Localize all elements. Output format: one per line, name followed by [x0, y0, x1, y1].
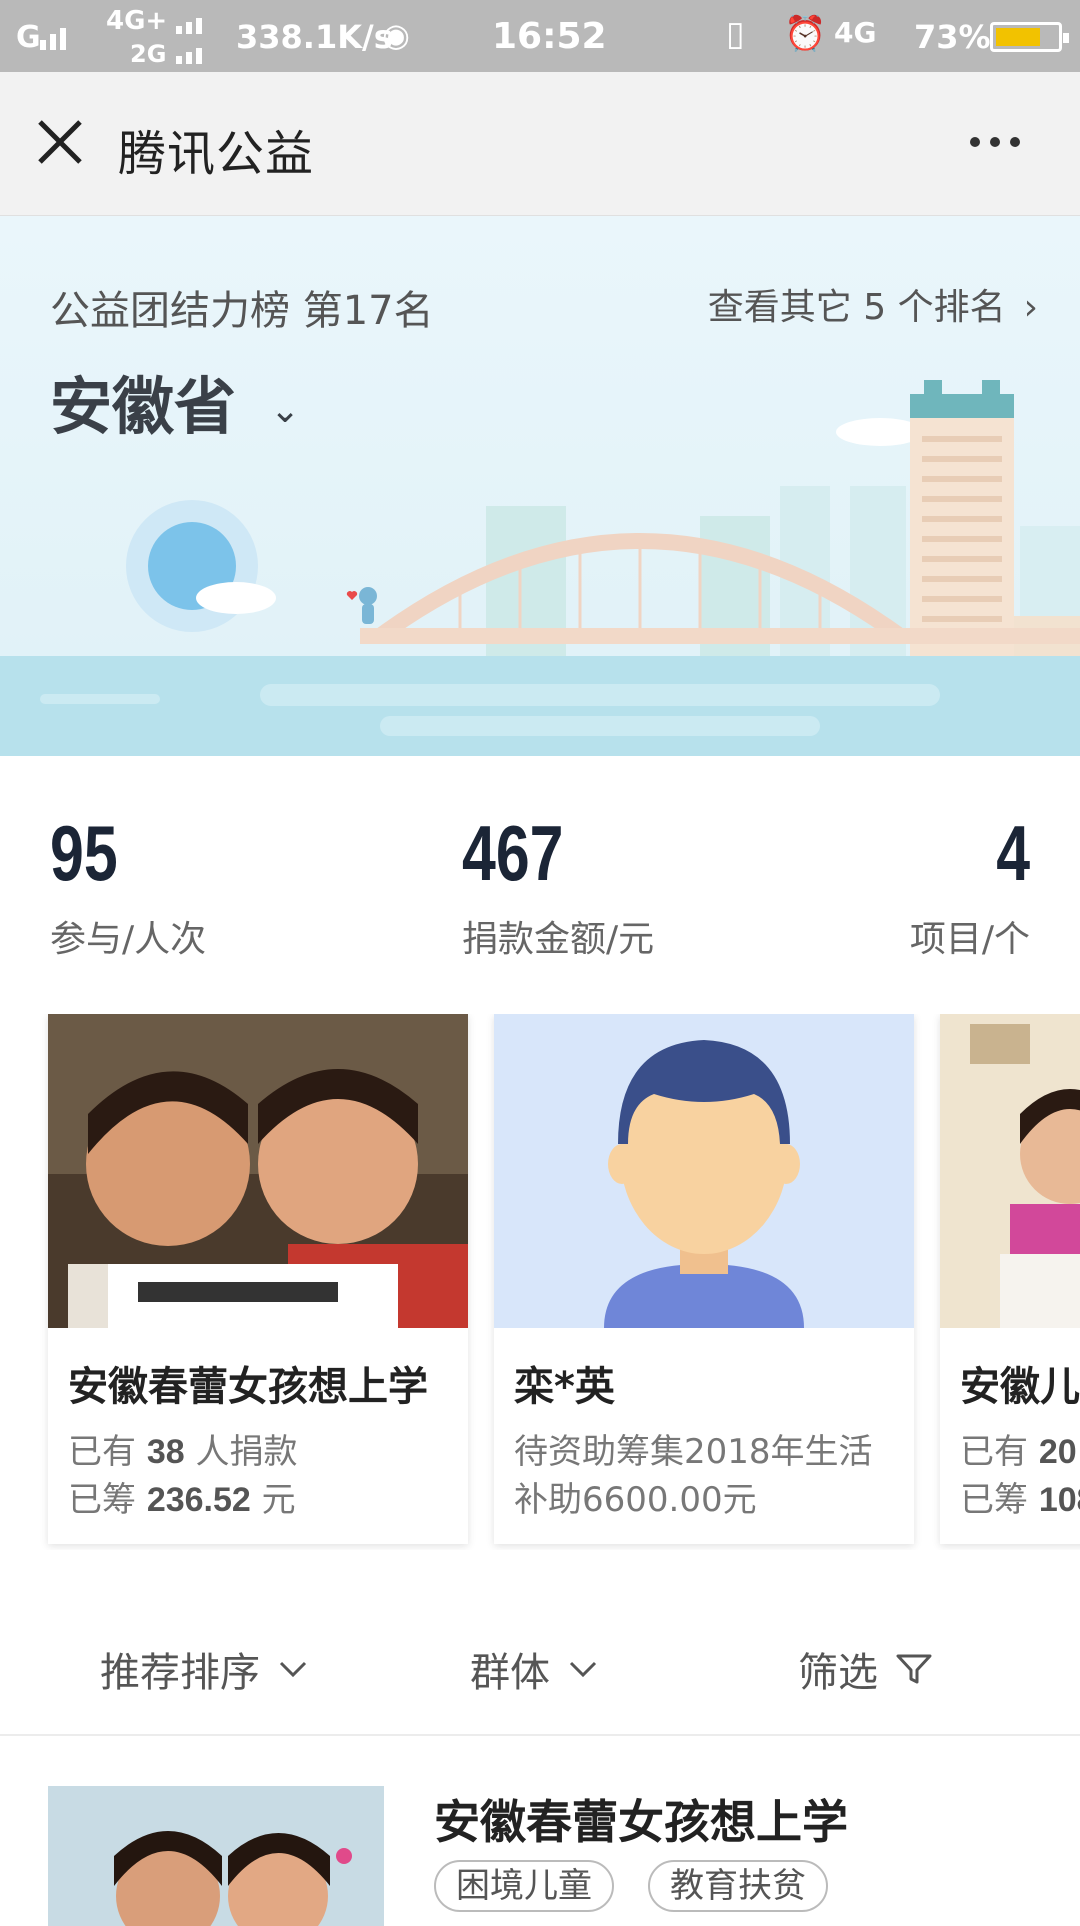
ranking-banner: 公益团结力榜 第17名 查看其它 5 个排名 › 安徽省 ⌄: [0, 216, 1080, 756]
alarm-icon: ⏰: [784, 14, 827, 54]
filter-bar: 推荐排序 群体 筛选: [0, 1600, 1080, 1736]
raised-amount: 108: [1038, 1481, 1080, 1519]
other-rankings-label: 查看其它 5 个排名: [707, 287, 1006, 328]
network-label-4: 4G: [834, 16, 877, 49]
project-cards-carousel[interactable]: 安徽春蕾女孩想上学 已有 38 人捐款 已筹 236.52 元 栾*英 待资助筹…: [0, 1014, 1080, 1550]
signal-icon: [40, 28, 66, 50]
raised-amount-line: 已筹 236.52 元: [68, 1472, 296, 1521]
stat-label: 参与/人次: [50, 919, 207, 960]
vibrate-icon: ▯: [726, 14, 745, 54]
project-card[interactable]: 安徽春蕾女孩想上学 已有 38 人捐款 已筹 236.52 元: [48, 1014, 468, 1544]
raised-amount: 236.52: [146, 1481, 251, 1519]
province-selector[interactable]: 安徽省 ⌄: [50, 356, 300, 446]
title-bar: 腾讯公益: [0, 72, 1080, 216]
chevron-down-icon: [569, 1661, 597, 1678]
project-card-desc: 补助6600.00元: [514, 1480, 757, 1520]
network-label-2: 4G+: [106, 6, 168, 36]
donor-count-prefix: 已有: [960, 1432, 1039, 1472]
sort-dropdown[interactable]: 推荐排序: [100, 1640, 308, 1698]
battery-percent: 73%: [914, 18, 991, 56]
other-rankings-link[interactable]: 查看其它 5 个排名 ›: [708, 278, 1038, 330]
project-card-title: 安徽儿: [960, 1364, 1080, 1410]
raised-suffix: 元: [250, 1480, 296, 1520]
group-dropdown[interactable]: 群体: [470, 1640, 598, 1698]
more-dot-icon: [990, 137, 1000, 147]
raised-prefix: 已筹: [68, 1480, 147, 1520]
signal-icon-3: [176, 48, 202, 64]
net-speed: 338.1K/s: [236, 18, 393, 56]
signal-icon-2: [176, 18, 202, 34]
more-menu-button[interactable]: [960, 122, 1030, 162]
avatar-placeholder: [494, 1014, 914, 1328]
network-label-3: 2G: [130, 40, 167, 68]
stat-participants: 95 参与/人次: [50, 808, 206, 962]
stats-row: 95 参与/人次 467 捐款金额/元 4 项目/个: [0, 756, 1080, 976]
project-photo: [940, 1014, 1080, 1328]
donor-count: 20: [1038, 1433, 1077, 1471]
filter-button[interactable]: 筛选: [798, 1640, 932, 1698]
donor-count: 38: [146, 1433, 185, 1471]
project-card-desc: 待资助筹集2018年生活: [514, 1432, 873, 1472]
ranking-text: 公益团结力榜 第17名: [50, 288, 434, 334]
donor-count-suffix: 人捐款: [184, 1432, 298, 1472]
weibo-icon: ◉: [382, 16, 410, 54]
stat-projects: 4 项目/个: [910, 808, 1030, 962]
project-card-title: 栾*英: [514, 1364, 615, 1410]
clock-time: 16:52: [492, 16, 607, 57]
donor-count-prefix: 已有: [68, 1432, 147, 1472]
more-dot-icon: [1010, 137, 1020, 147]
page-title: 腾讯公益: [118, 126, 315, 182]
sort-label: 推荐排序: [100, 1650, 260, 1696]
project-photo: [48, 1014, 468, 1328]
funnel-icon: [896, 1654, 932, 1684]
donor-count-line: 已有 20: [960, 1424, 1077, 1473]
status-bar: G 4G+ 2G 338.1K/s ◉ 16:52 ▯ ⏰ 4G 73%: [0, 0, 1080, 72]
list-item-title: 安徽春蕾女孩想上学: [434, 1795, 848, 1849]
province-name: 安徽省: [50, 370, 237, 443]
more-dot-icon: [970, 137, 980, 147]
filter-label: 筛选: [798, 1650, 878, 1696]
chevron-down-icon: [279, 1661, 307, 1678]
battery-icon: [990, 22, 1069, 52]
raised-prefix: 已筹: [960, 1480, 1039, 1520]
close-icon: [38, 120, 82, 164]
stat-donation-amount: 467 捐款金额/元: [462, 808, 654, 962]
chevron-right-icon: ›: [1023, 287, 1038, 328]
project-card-title: 安徽春蕾女孩想上学: [68, 1364, 428, 1410]
stat-label: 项目/个: [909, 919, 1030, 960]
stat-label: 捐款金额/元: [462, 919, 655, 960]
list-item[interactable]: 安徽春蕾女孩想上学 困境儿童 教育扶贫: [0, 1738, 1080, 1926]
stat-value: 95: [50, 809, 118, 897]
donor-count-line: 已有 38 人捐款: [68, 1424, 297, 1473]
stat-value: 4: [996, 809, 1030, 897]
project-card[interactable]: 栾*英 待资助筹集2018年生活 补助6600.00元: [494, 1014, 914, 1544]
stat-value: 467: [462, 809, 564, 897]
chevron-down-icon: ⌄: [270, 390, 301, 432]
network-label: G: [16, 20, 41, 55]
tag-badge: 教育扶贫: [648, 1860, 828, 1912]
list-item-thumbnail: [48, 1786, 384, 1926]
project-card[interactable]: 安徽儿 已有 20 已筹 108: [940, 1014, 1080, 1544]
tag-badge: 困境儿童: [434, 1860, 614, 1912]
raised-amount-line: 已筹 108: [960, 1472, 1080, 1521]
group-label: 群体: [470, 1650, 550, 1696]
close-button[interactable]: [30, 112, 90, 172]
